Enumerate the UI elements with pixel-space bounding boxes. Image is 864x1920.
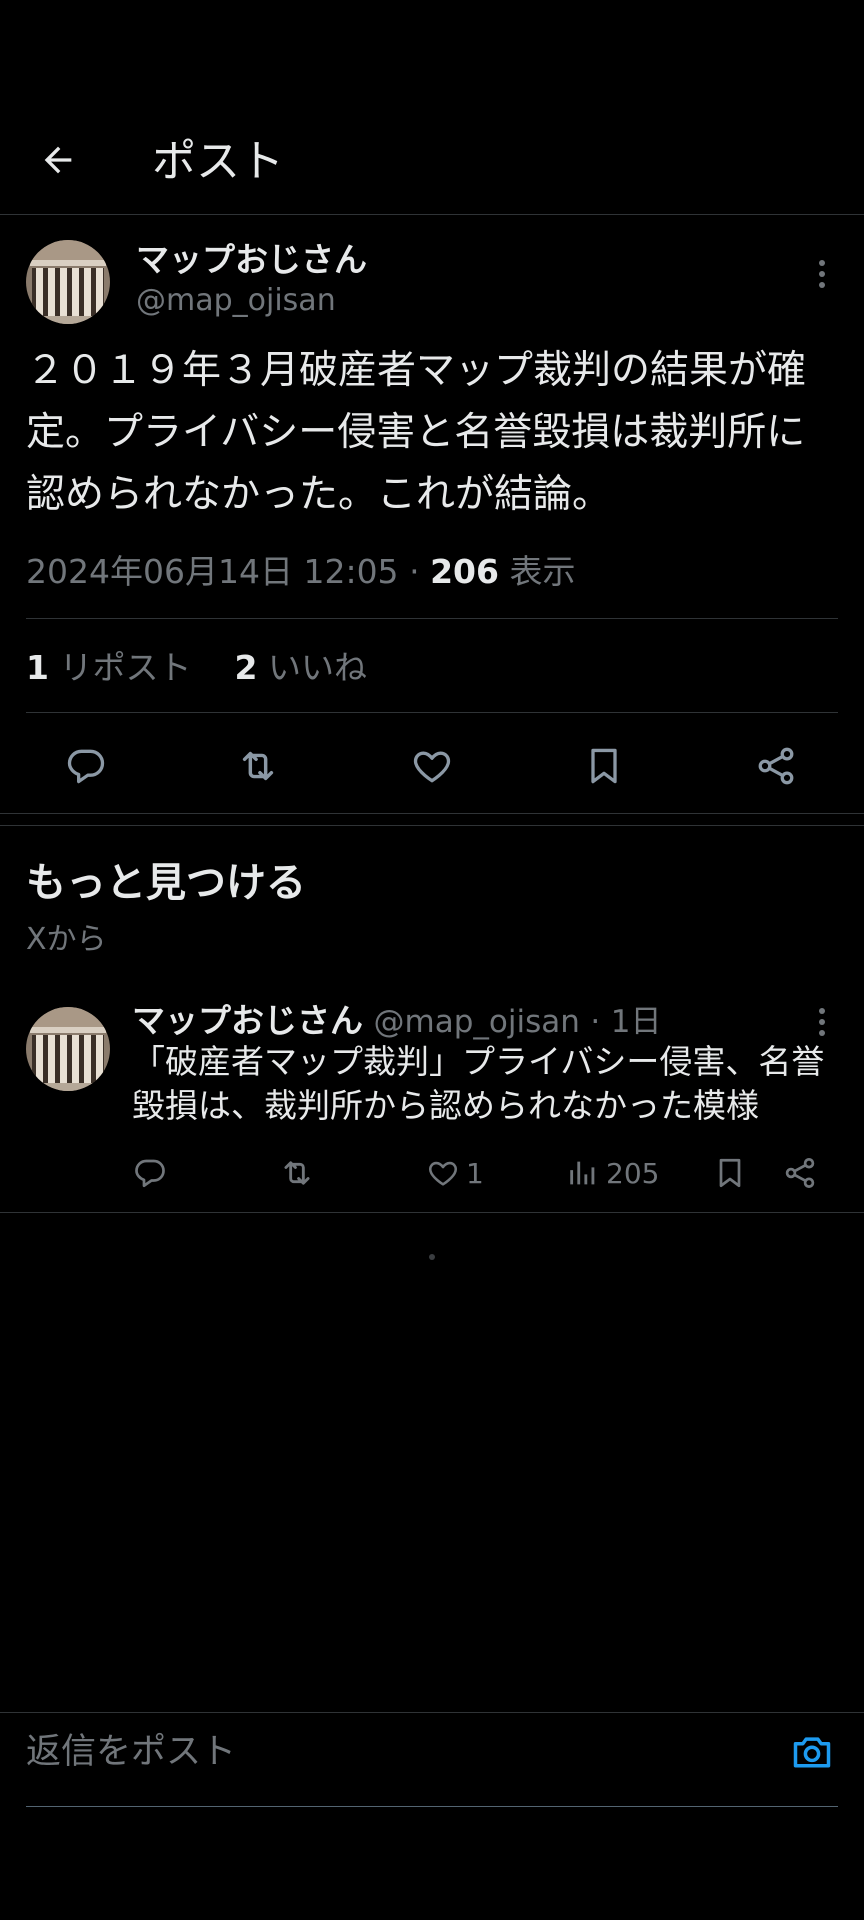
recommended-author-avatar[interactable] (26, 1007, 110, 1091)
stats-divider (26, 712, 838, 713)
author-name[interactable]: マップおじさん (136, 238, 367, 282)
recommended-separator: · (590, 1004, 601, 1040)
share-icon (785, 1158, 815, 1188)
camera-button[interactable] (786, 1726, 838, 1778)
share-button[interactable] (746, 736, 806, 796)
post-action-bar (0, 730, 864, 800)
loading-indicator (429, 1254, 435, 1260)
post-timestamp[interactable]: 2024年06月14日 12:05 (26, 552, 399, 591)
recommended-divider (0, 1212, 864, 1213)
meta-divider (26, 618, 838, 619)
post-text: ２０１９年３月破産者マップ裁判の結果が確定。プライバシー侵害と名誉毀損は裁判所に… (26, 348, 807, 517)
like-label: いいね (267, 648, 367, 687)
page-title: ポスト (152, 136, 284, 187)
recommended-author-name[interactable]: マップおじさん (132, 1001, 363, 1040)
repost-icon (242, 751, 274, 781)
views-icon (570, 1161, 595, 1185)
post-bottom-divider (0, 813, 864, 814)
author-handle[interactable]: @map_ojisan (136, 280, 336, 322)
camera-icon (793, 1737, 831, 1768)
repost-icon (284, 1161, 310, 1185)
recommended-bookmark-button[interactable] (712, 1145, 748, 1201)
recommended-time[interactable]: 1日 (611, 1004, 662, 1040)
repost-count: 1 (26, 648, 49, 687)
meta-separator: · (409, 552, 420, 591)
bookmark-icon (591, 748, 617, 784)
bookmark-button[interactable] (574, 736, 634, 796)
more-vertical-icon (819, 1008, 825, 1036)
like-button[interactable] (402, 736, 462, 796)
section-divider (0, 825, 864, 826)
reply-input[interactable] (26, 1712, 766, 1792)
back-arrow-icon (44, 146, 72, 174)
like-stat[interactable]: 2 いいね (234, 648, 366, 687)
recommended-share-button[interactable] (782, 1145, 818, 1201)
more-vertical-icon (819, 260, 825, 288)
engagement-stats: 1 リポスト 2 いいね (26, 644, 367, 692)
post-meta: 2024年06月14日 12:05 · 206 表示 (26, 548, 575, 596)
courthouse-avatar-image (26, 1007, 110, 1091)
top-bar: ポスト (0, 110, 864, 214)
discover-subtitle: Xから (26, 922, 107, 957)
reply-composer (26, 1712, 838, 1794)
recommended-action-bar: 1 205 (0, 1145, 864, 1201)
courthouse-avatar-image (26, 240, 110, 324)
like-icon (429, 1161, 457, 1186)
back-button[interactable] (30, 132, 86, 188)
view-label: 表示 (509, 552, 576, 591)
post-more-button[interactable] (802, 254, 842, 294)
repost-stat[interactable]: 1 リポスト (26, 648, 191, 687)
recommended-like-button[interactable]: 1 (426, 1145, 484, 1201)
recommended-header: マップおじさん @map_ojisan · 1日 (132, 998, 661, 1045)
repost-button[interactable] (228, 736, 288, 796)
recommended-post-text: 「破産者マップ裁判」プライバシー侵害、名誉毀損は、裁判所から認められなかった模様 (132, 1042, 825, 1125)
recommended-view-count: 205 (606, 1156, 660, 1190)
view-count: 206 (430, 552, 499, 591)
reply-icon (67, 749, 105, 784)
recommended-views-button[interactable]: 205 (566, 1145, 659, 1201)
reply-underline (26, 1806, 838, 1807)
recommended-like-count: 1 (466, 1156, 484, 1190)
recommended-more-button[interactable] (802, 1002, 842, 1042)
like-count: 2 (234, 648, 258, 687)
like-icon (413, 751, 451, 783)
recommended-author-handle[interactable]: @map_ojisan (374, 1004, 580, 1040)
share-icon (758, 747, 794, 785)
reply-button[interactable] (56, 736, 116, 796)
discover-title: もっと見つける (26, 860, 306, 906)
recommended-reply-button[interactable] (132, 1145, 168, 1201)
repost-label: リポスト (59, 648, 192, 687)
post-detail-screen: ポスト マップおじさん @map_ojisan ２０１９年３月破産者マップ裁判の… (0, 0, 864, 1920)
bookmark-icon (719, 1158, 741, 1188)
reply-icon (135, 1159, 165, 1188)
header-divider (0, 214, 864, 215)
author-avatar[interactable] (26, 240, 110, 324)
recommended-repost-button[interactable] (278, 1145, 316, 1201)
